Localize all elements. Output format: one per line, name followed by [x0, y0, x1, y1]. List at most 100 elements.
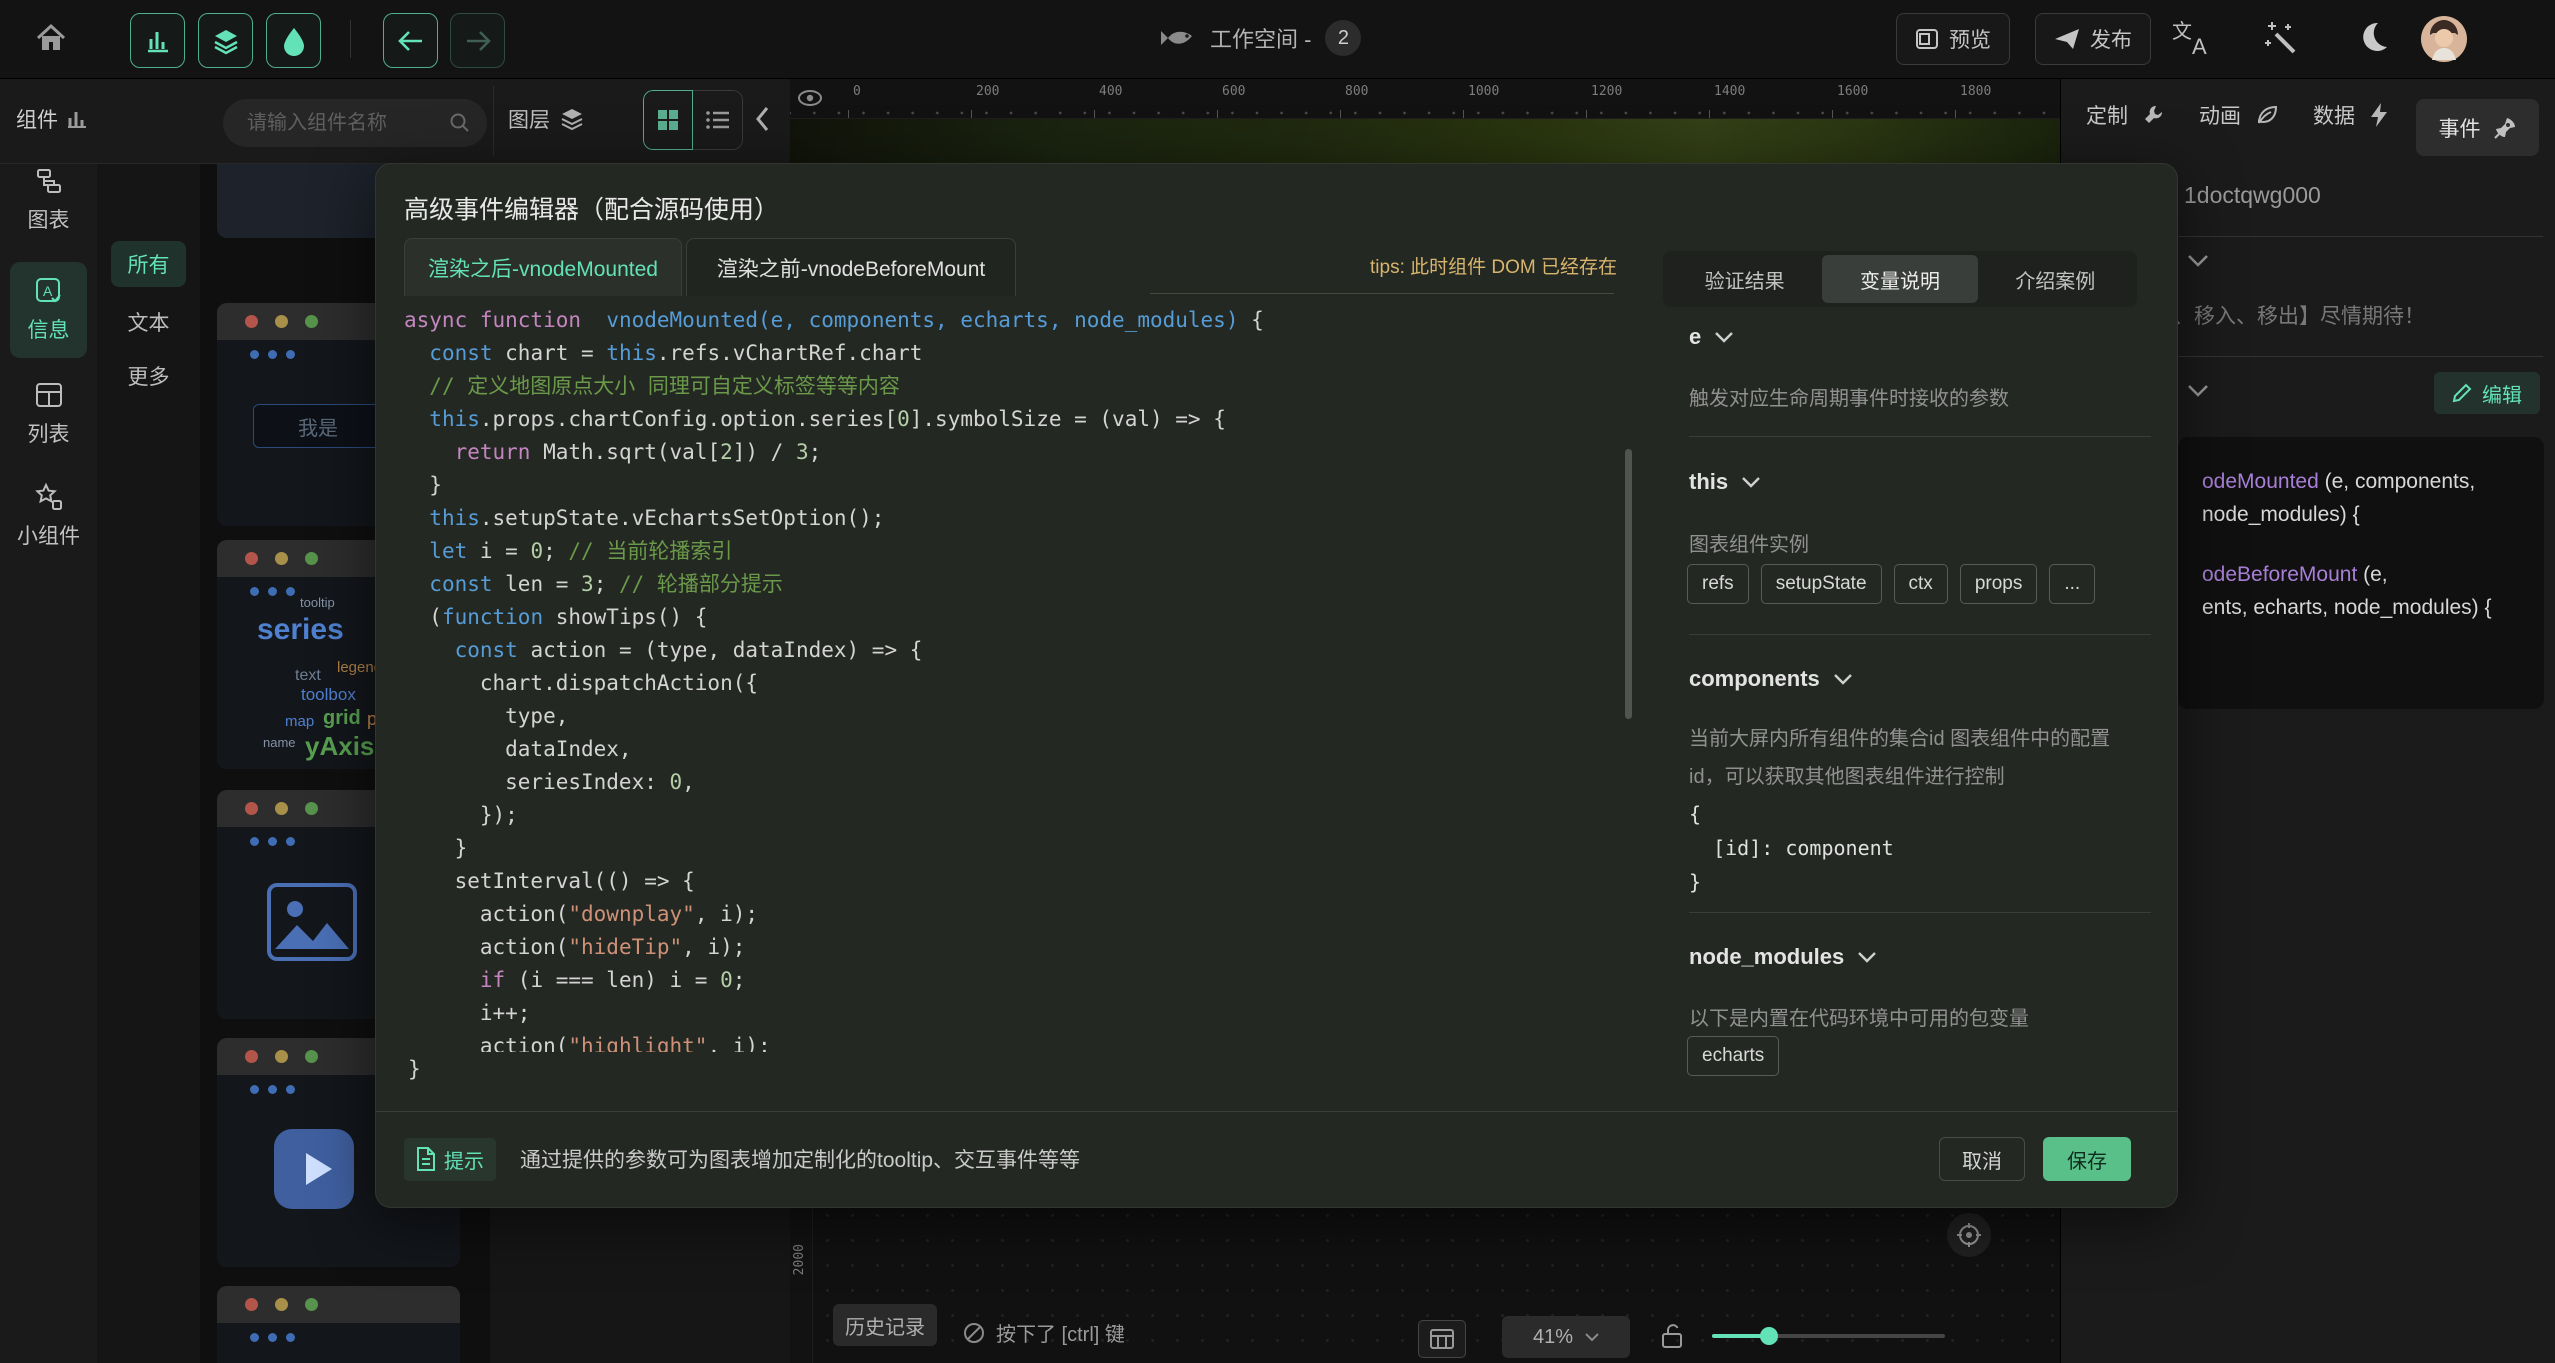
- tab-vnode-before-mount[interactable]: 渲染之前-vnodeBeforeMount: [686, 238, 1016, 296]
- code-scrollbar[interactable]: [1625, 449, 1632, 719]
- property-chip[interactable]: echarts: [1687, 1036, 1779, 1076]
- layers-icon: [560, 107, 584, 131]
- section-components-header[interactable]: components: [1689, 666, 1852, 692]
- ruler-tick-label: 400: [1099, 84, 1122, 99]
- lightning-icon: [2369, 102, 2389, 128]
- code-preview-line: ents, echarts, node_modules) {: [2202, 591, 2544, 624]
- undo-button[interactable]: [383, 13, 438, 68]
- sidebar-item-label: 图表: [0, 204, 97, 234]
- sidebar-item-info[interactable]: A 信息: [10, 262, 87, 358]
- component-search[interactable]: [223, 99, 487, 147]
- property-chip[interactable]: ...: [2049, 564, 2095, 604]
- code-editor[interactable]: async function vnodeMounted(e, component…: [404, 304, 1614, 1052]
- layers-title: 图层: [508, 104, 584, 134]
- ruler-tick-label: 1600: [1837, 84, 1868, 99]
- publish-button[interactable]: 发布: [2035, 13, 2151, 65]
- divider: [1689, 912, 2151, 913]
- tab-vnode-mounted[interactable]: 渲染之后-vnodeMounted: [404, 238, 682, 296]
- code-preview-line: node_modules) {: [2202, 498, 2544, 531]
- section-components-desc2: id，可以获取其他图表组件进行控制: [1689, 758, 2005, 796]
- ruler-tick-label: 1800: [1960, 84, 1991, 99]
- code-line: (function showTips() {: [404, 601, 1614, 634]
- property-chip[interactable]: refs: [1687, 564, 1749, 604]
- collapse-panel-button[interactable]: [752, 104, 772, 134]
- tab-validation-result[interactable]: 验证结果: [1667, 255, 1822, 303]
- tab-data[interactable]: 数据: [2313, 100, 2389, 130]
- sidebar-item-charts[interactable]: 图表: [0, 166, 97, 234]
- event-code-preview[interactable]: odeMounted (e, components,node_modules) …: [2178, 437, 2544, 709]
- section-e-header[interactable]: e: [1689, 324, 1733, 350]
- grid-view-button[interactable]: [643, 90, 693, 150]
- sidebar-item-list[interactable]: 列表: [0, 380, 97, 448]
- layers-tool-button[interactable]: [198, 13, 253, 68]
- divider: [350, 20, 351, 58]
- wrench-icon: [2142, 103, 2166, 127]
- zoom-slider[interactable]: [1712, 1334, 1945, 1338]
- cancel-button[interactable]: 取消: [1939, 1137, 2025, 1181]
- tab-custom[interactable]: 定制: [2086, 100, 2166, 130]
- divider: [2177, 356, 2543, 357]
- ruler-tick-label: 1000: [1468, 84, 1499, 99]
- wordcloud-word: series: [257, 613, 344, 647]
- list-view-button[interactable]: [693, 90, 743, 150]
- code-line: dataIndex,: [404, 733, 1614, 766]
- save-button[interactable]: 保存: [2043, 1137, 2131, 1181]
- code-line: });: [404, 799, 1614, 832]
- redo-button[interactable]: [450, 13, 505, 68]
- avatar[interactable]: [2420, 15, 2468, 63]
- publish-label: 发布: [2090, 24, 2132, 54]
- property-chip[interactable]: ctx: [1894, 564, 1948, 604]
- chevron-down-icon[interactable]: [2187, 254, 2209, 268]
- eye-icon[interactable]: [796, 84, 824, 112]
- preview-label: 预览: [1949, 24, 1991, 54]
- category-text[interactable]: 文本: [111, 307, 186, 337]
- home-icon[interactable]: [34, 22, 68, 56]
- history-button[interactable]: 历史记录: [833, 1304, 937, 1346]
- divider: [1689, 436, 2151, 437]
- dark-mode-moon-icon[interactable]: [2356, 20, 2390, 54]
- ruler-dots: [790, 111, 2060, 115]
- this-property-chips: refs setupState ctx props...: [1687, 564, 2095, 604]
- left-panel-header: 组件 图层: [0, 78, 790, 164]
- sidebar-item-widgets[interactable]: 小组件: [0, 482, 97, 550]
- magic-wand-icon[interactable]: [2264, 20, 2300, 56]
- component-rail: 图表 A 信息 列表 小组件: [0, 78, 98, 1363]
- chevron-down-icon[interactable]: [2187, 384, 2209, 398]
- tab-label: 定制: [2086, 100, 2128, 130]
- zoom-select[interactable]: 41%: [1502, 1316, 1630, 1358]
- events-teaser-text: 、移入、移出】尽情期待！: [2173, 300, 2425, 330]
- water-drop-icon: [281, 26, 307, 56]
- property-chip[interactable]: props: [1960, 564, 2038, 604]
- chart-tool-button[interactable]: [130, 13, 185, 68]
- tab-intro-examples[interactable]: 介绍案例: [1978, 255, 2133, 303]
- workspace-badge: 2: [1325, 20, 1361, 56]
- tab-label: 动画: [2199, 100, 2241, 130]
- zoom-slider-handle[interactable]: [1760, 1327, 1778, 1345]
- section-node-modules-desc: 以下是内置在代码环境中可用的包变量: [1689, 1000, 2029, 1038]
- component-card[interactable]: [217, 1286, 460, 1363]
- svg-text:A: A: [2192, 34, 2207, 58]
- edit-button[interactable]: 编辑: [2434, 372, 2540, 414]
- svg-text:A: A: [43, 283, 53, 299]
- code-preview-line: odeMounted (e, components,: [2202, 465, 2544, 498]
- drop-tool-button[interactable]: [266, 13, 321, 68]
- tab-events[interactable]: 事件: [2416, 99, 2539, 156]
- tab-variable-docs[interactable]: 变量说明: [1822, 255, 1977, 303]
- wordcloud-word: map: [285, 713, 314, 730]
- tab-animation[interactable]: 动画: [2199, 100, 2279, 130]
- lock-icon[interactable]: [1660, 1322, 1684, 1350]
- search-input[interactable]: [245, 111, 449, 136]
- card-dots: [250, 587, 295, 596]
- locate-button[interactable]: [1947, 1213, 1991, 1257]
- side-tab-group: 验证结果 变量说明 介绍案例: [1663, 251, 2137, 307]
- section-this-header[interactable]: this: [1689, 469, 1760, 495]
- code-line: type,: [404, 700, 1614, 733]
- property-chip[interactable]: setupState: [1761, 564, 1882, 604]
- language-icon[interactable]: 文A: [2172, 18, 2214, 58]
- preview-button[interactable]: 预览: [1896, 13, 2010, 65]
- arrow-left-icon: [397, 29, 425, 53]
- section-node-modules-header[interactable]: node_modules: [1689, 944, 1876, 970]
- category-more[interactable]: 更多: [111, 361, 186, 391]
- category-all[interactable]: 所有: [111, 241, 186, 287]
- grid-table-button[interactable]: [1418, 1320, 1466, 1358]
